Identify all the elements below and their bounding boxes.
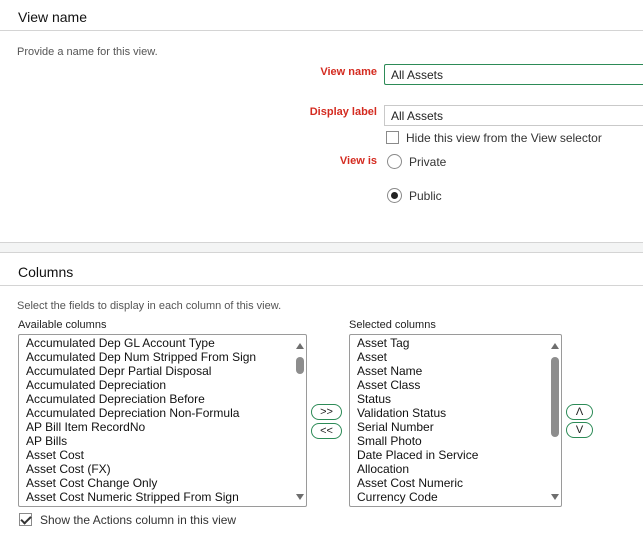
scroll-down-arrow-icon[interactable] [551,494,559,500]
available-columns-items: Accumulated Dep GL Account Type Accumula… [19,335,306,504]
hide-view-checkbox-label: Hide this view from the View selector [406,131,602,145]
list-item[interactable]: Asset Cost (FX) [26,462,306,476]
list-item[interactable]: Asset [357,350,561,364]
list-item[interactable]: Asset Tag [357,336,561,350]
private-radio[interactable] [387,154,402,169]
list-item[interactable]: Accumulated Depreciation Before [26,392,306,406]
band-bottom-border [0,252,643,253]
scroll-thumb[interactable] [551,357,559,437]
show-actions-checkbox[interactable] [19,513,32,526]
selected-columns-label: Selected columns [349,319,436,331]
add-column-button[interactable]: >> [311,404,342,420]
list-item[interactable]: Status [357,392,561,406]
list-item[interactable]: Asset Cost Numeric [357,476,561,490]
list-item[interactable]: Accumulated Depreciation Non-Formula [26,406,306,420]
hide-view-checkbox[interactable] [386,131,399,144]
section-divider [0,30,643,31]
available-columns-list[interactable]: Accumulated Dep GL Account Type Accumula… [18,334,307,507]
selected-columns-items: Asset Tag Asset Asset Name Asset Class S… [350,335,561,504]
list-item[interactable]: Asset Cost [26,448,306,462]
move-down-button[interactable]: V [566,422,593,438]
public-radio-selected-dot [391,192,398,199]
list-item[interactable]: Currency Code [357,490,561,504]
columns-help-text: Select the fields to display in each col… [17,300,282,312]
section-divider [0,285,643,286]
remove-column-button[interactable]: << [311,423,342,439]
list-item[interactable]: Accumulated Dep GL Account Type [26,336,306,350]
list-item[interactable]: Accumulated Depr Partial Disposal [26,364,306,378]
list-item[interactable]: Asset Class [357,378,561,392]
available-columns-scrollbar[interactable] [294,335,306,506]
available-columns-label: Available columns [18,319,107,331]
checkmark-icon [20,513,32,525]
list-item[interactable]: Asset Cost Numeric Stripped From Sign [26,490,306,504]
display-label-label: Display label [309,106,377,118]
scroll-thumb[interactable] [296,357,304,374]
view-name-section-title: View name [18,9,88,25]
selected-columns-list[interactable]: Asset Tag Asset Asset Name Asset Class S… [349,334,562,507]
list-item[interactable]: Allocation [357,462,561,476]
list-item[interactable]: Serial Number [357,420,561,434]
list-item[interactable]: Validation Status [357,406,561,420]
scroll-up-arrow-icon[interactable] [296,343,304,349]
view-is-label: View is [339,155,377,167]
view-name-input[interactable] [384,64,643,85]
columns-section-title: Columns [18,264,74,280]
public-radio-label: Public [409,189,442,203]
list-item[interactable]: AP Bills [26,434,306,448]
move-up-button[interactable]: Λ [566,404,593,420]
public-radio[interactable] [387,188,402,203]
list-item[interactable]: Date Placed in Service [357,448,561,462]
scroll-down-arrow-icon[interactable] [296,494,304,500]
selected-columns-scrollbar[interactable] [549,335,561,506]
list-item[interactable]: Accumulated Depreciation [26,378,306,392]
list-item[interactable]: Asset Name [357,364,561,378]
list-item[interactable]: Asset Cost Change Only [26,476,306,490]
private-radio-label: Private [409,155,447,169]
view-name-help-text: Provide a name for this view. [17,46,158,58]
list-item[interactable]: Accumulated Dep Num Stripped From Sign [26,350,306,364]
scroll-up-arrow-icon[interactable] [551,343,559,349]
section-separator-band [0,243,643,252]
list-item[interactable]: AP Bill Item RecordNo [26,420,306,434]
show-actions-checkbox-label: Show the Actions column in this view [40,513,237,527]
view-name-label: View name [320,66,377,78]
display-label-input[interactable] [384,105,643,126]
list-item[interactable]: Small Photo [357,434,561,448]
